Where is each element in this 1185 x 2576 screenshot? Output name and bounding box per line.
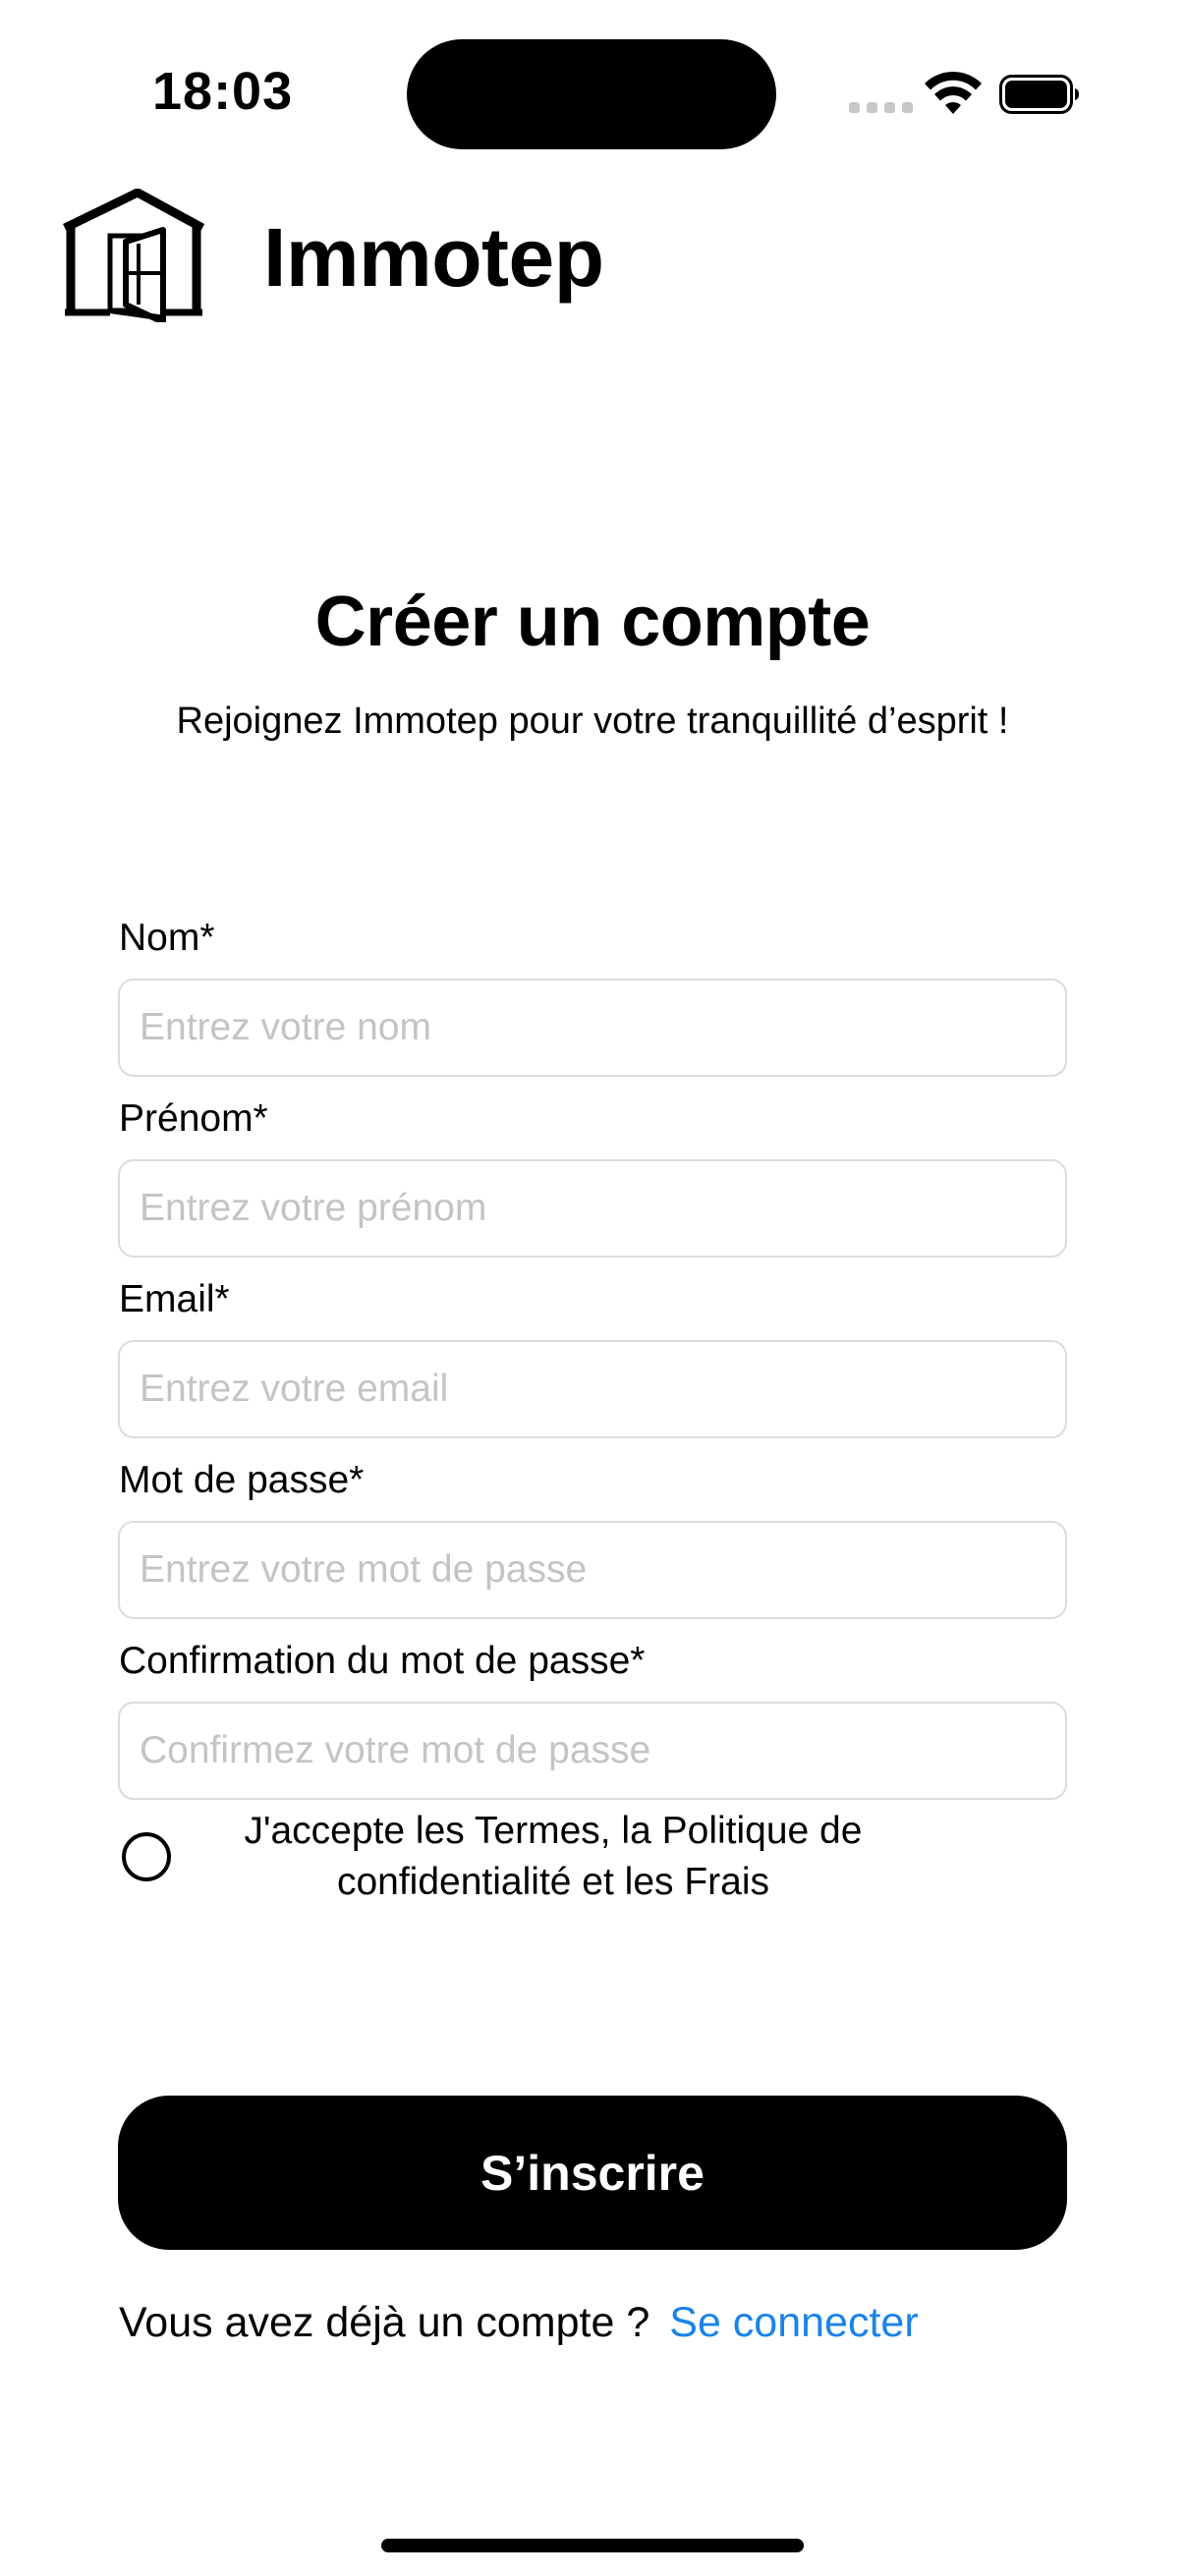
page-subtitle: Rejoignez Immotep pour votre tranquillit… — [176, 700, 1009, 742]
page-title: Créer un compte — [314, 583, 871, 661]
terms-checkbox[interactable] — [122, 1832, 171, 1881]
first-name-label: Prénom* — [119, 1097, 268, 1140]
house-door-logo-icon — [63, 189, 205, 322]
confirm-password-input[interactable] — [118, 1702, 1067, 1800]
login-prompt-row: Vous avez déjà un compte ? Se connecter — [119, 2295, 919, 2350]
password-input[interactable] — [118, 1521, 1067, 1619]
status-time: 18:03 — [152, 62, 294, 121]
terms-label[interactable]: J'accepte les Termes, la Politique de co… — [197, 1806, 910, 1908]
password-label: Mot de passe* — [119, 1459, 365, 1501]
email-input[interactable] — [118, 1340, 1067, 1438]
battery-icon — [999, 75, 1079, 114]
email-label: Email* — [119, 1278, 230, 1320]
login-link[interactable]: Se connecter — [669, 2299, 918, 2346]
last-name-label: Nom* — [119, 917, 215, 959]
cellular-signal-icon — [849, 102, 913, 113]
signup-button[interactable]: S’inscrire — [118, 2096, 1067, 2250]
terms-label-line-2: confidentialité et les Frais — [336, 1861, 770, 1903]
terms-label-line-1: J'accepte les Termes, la Politique de — [244, 1810, 863, 1852]
login-prompt-text: Vous avez déjà un compte ? — [119, 2299, 650, 2346]
confirm-password-label: Confirmation du mot de passe* — [119, 1640, 646, 1682]
wifi-icon — [925, 71, 982, 114]
dynamic-island — [407, 39, 776, 149]
last-name-input[interactable] — [118, 979, 1067, 1077]
home-indicator[interactable] — [381, 2539, 804, 2552]
first-name-input[interactable] — [118, 1159, 1067, 1258]
app-name: Immotep — [263, 211, 604, 304]
